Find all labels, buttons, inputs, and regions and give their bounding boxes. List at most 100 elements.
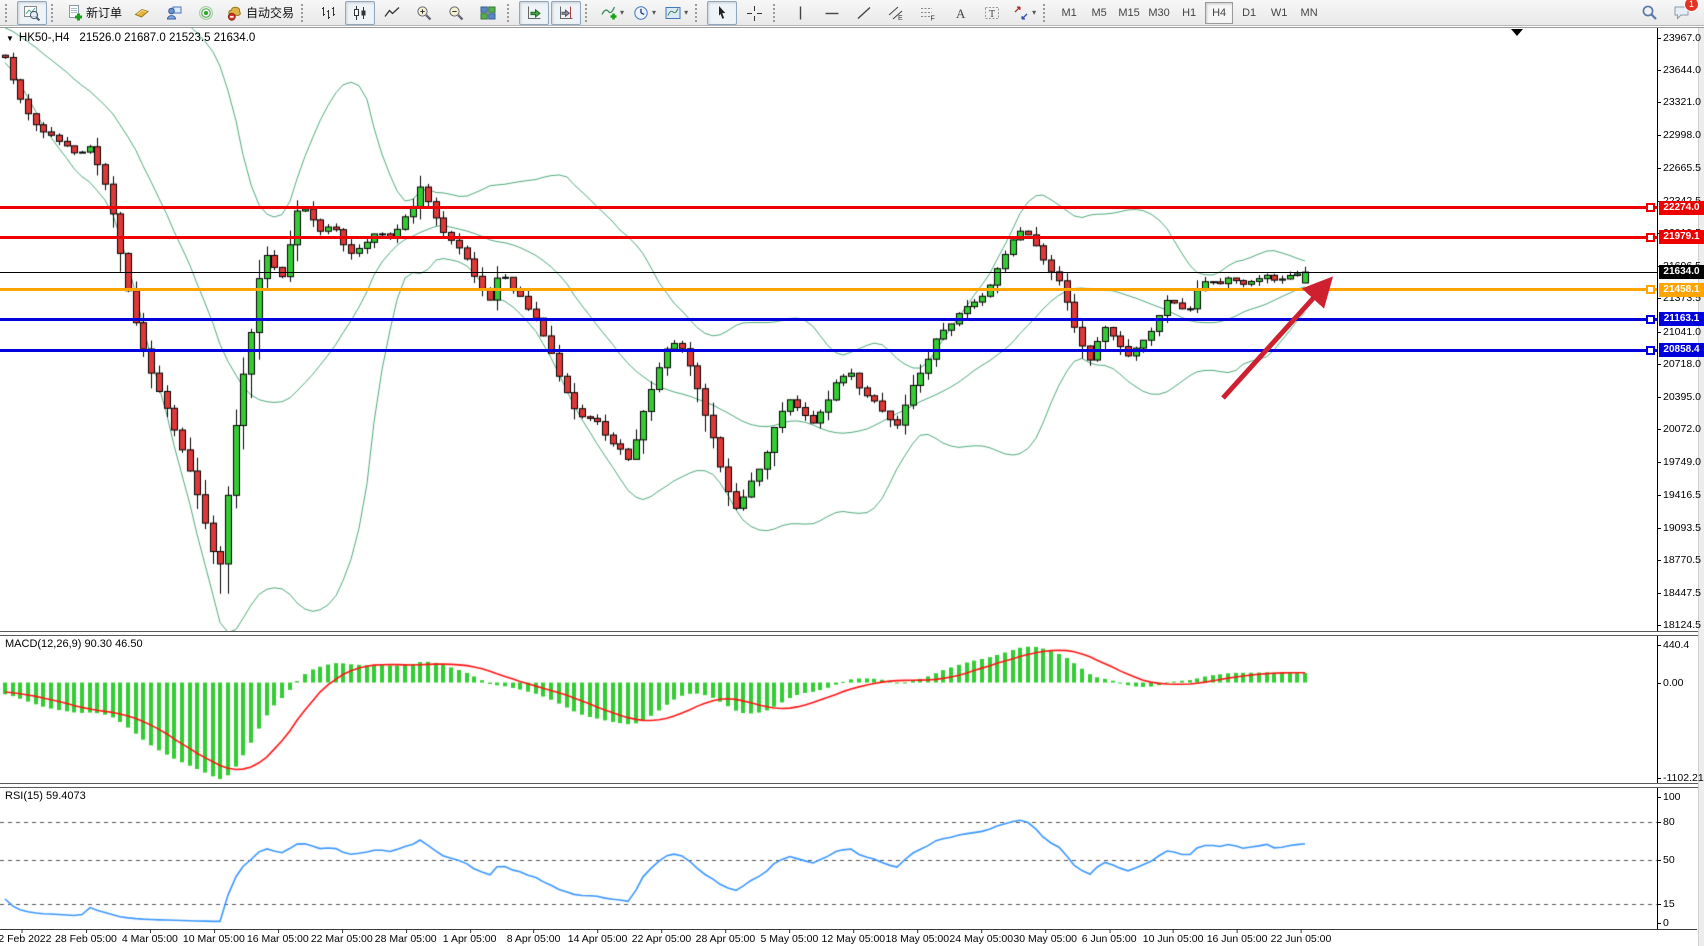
rsi-pane-canvas[interactable]	[0, 788, 1657, 929]
zoom-in-button[interactable]	[409, 1, 439, 25]
periods-button[interactable]: ▾	[629, 1, 659, 25]
crosshair-icon	[746, 4, 763, 21]
timeframe-m5-button[interactable]: M5	[1085, 2, 1113, 24]
time-axis-label: 14 Apr 05:00	[568, 933, 628, 945]
channel-button[interactable]: E	[881, 1, 911, 25]
horizontal-line-button[interactable]	[817, 1, 847, 25]
toolbar-grip[interactable]	[773, 4, 781, 22]
chart-preview-button[interactable]	[17, 1, 47, 25]
horizontal-line-21979.1[interactable]	[0, 236, 1657, 239]
auto-scroll-icon	[526, 4, 543, 21]
navigator-icon	[166, 4, 183, 21]
zoom-out-button[interactable]	[441, 1, 471, 25]
templates-button[interactable]: ▾	[661, 1, 691, 25]
price-tag-21163.1[interactable]: 21163.1	[1659, 312, 1704, 326]
price-axis-label: 18124.5	[1663, 619, 1701, 631]
timeframe-m30-button[interactable]: M30	[1145, 2, 1173, 24]
navigator-button[interactable]	[159, 1, 189, 25]
price-tag-20858.4[interactable]: 20858.4	[1659, 343, 1704, 357]
main-toolbar: 新订单 自动交易 ▾ ▾ ▾ EFAT ▾ M1M5M15M30H1H4D1W1MN 1	[0, 0, 1704, 26]
candlestick-chart-button[interactable]	[345, 1, 375, 25]
timeframe-h1-button[interactable]: H1	[1175, 2, 1203, 24]
dropdown-arrow-icon[interactable]: ▾	[620, 8, 624, 17]
tile-windows-button[interactable]	[473, 1, 503, 25]
time-axis-label: 16 Mar 05:00	[247, 933, 309, 945]
chart-window[interactable]: ▼ HK50-,H4 21526.0 21687.0 21523.5 21634…	[0, 28, 1704, 946]
timeframe-h4-button[interactable]: H4	[1205, 2, 1233, 24]
new-order-button[interactable]: 新订单	[63, 1, 125, 25]
time-axis-label: 5 May 05:00	[760, 933, 818, 945]
broadcast-button[interactable]	[191, 1, 221, 25]
cursor-button[interactable]	[707, 1, 737, 25]
dropdown-arrow-icon[interactable]: ▾	[1032, 8, 1036, 17]
time-axis-label: 28 Apr 05:00	[696, 933, 756, 945]
line-handle[interactable]	[1646, 285, 1655, 294]
crosshair-button[interactable]	[739, 1, 769, 25]
rsi-axis-label: 50	[1663, 854, 1675, 866]
timeframe-mn-button[interactable]: MN	[1295, 2, 1323, 24]
rsi-indicator-label: RSI(15) 59.4073	[5, 790, 86, 802]
macd-pane-canvas[interactable]	[0, 636, 1657, 783]
vertical-line-button[interactable]	[785, 1, 815, 25]
current-price-line-21634.0[interactable]	[0, 272, 1657, 273]
price-tag-21458.1[interactable]: 21458.1	[1659, 283, 1704, 297]
line-handle[interactable]	[1646, 233, 1655, 242]
auto-scroll-button[interactable]	[519, 1, 549, 25]
vline-icon	[792, 4, 809, 21]
notifications-button[interactable]: 1	[1666, 1, 1696, 25]
line-chart-button[interactable]	[377, 1, 407, 25]
macd-pane-separator[interactable]	[0, 631, 1704, 636]
chart-shift-button[interactable]	[551, 1, 581, 25]
trend-arrow[interactable]	[1213, 243, 1348, 413]
line-handle[interactable]	[1646, 346, 1655, 355]
macd-axis-label: 440.4	[1663, 639, 1689, 651]
fibonacci-button[interactable]: F	[913, 1, 943, 25]
toolbar-grip[interactable]	[51, 4, 59, 22]
price-axis-label: 19416.5	[1663, 489, 1701, 501]
horizontal-line-20858.4[interactable]	[0, 349, 1657, 352]
chart-shift-icon	[558, 4, 575, 21]
text-label-button[interactable]: T	[977, 1, 1007, 25]
price-axis-label: 20718.0	[1663, 358, 1701, 370]
arrows-button[interactable]: ▾	[1009, 1, 1039, 25]
timeframe-d1-button[interactable]: D1	[1235, 2, 1263, 24]
trendline-button[interactable]	[849, 1, 879, 25]
rsi-pane-separator[interactable]	[0, 783, 1704, 788]
market-watch-button[interactable]	[127, 1, 157, 25]
periods-clock-icon	[632, 4, 649, 21]
indicators-button[interactable]: ▾	[597, 1, 627, 25]
price-tag-22274.0[interactable]: 22274.0	[1659, 201, 1704, 215]
dropdown-arrow-icon[interactable]: ▾	[684, 8, 688, 17]
price-tag-21634.0[interactable]: 21634.0	[1659, 265, 1704, 279]
autotrading-button[interactable]: 自动交易	[223, 1, 297, 25]
arrows-icon	[1012, 4, 1029, 21]
text-button[interactable]: A	[945, 1, 975, 25]
main-chart-canvas[interactable]	[0, 28, 1657, 631]
toolbar-grip[interactable]	[695, 4, 703, 22]
chart-menu-caret-icon[interactable]: ▼	[6, 34, 14, 43]
toolbar-grip[interactable]	[301, 4, 309, 22]
toolbar-grip[interactable]	[5, 4, 13, 22]
timeframe-w1-button[interactable]: W1	[1265, 2, 1293, 24]
timeframe-m15-button[interactable]: M15	[1115, 2, 1143, 24]
search-button[interactable]	[1634, 1, 1664, 25]
cursor-icon	[714, 4, 731, 21]
horizontal-line-22274.0[interactable]	[0, 206, 1657, 209]
line-handle[interactable]	[1646, 315, 1655, 324]
bar-chart-button[interactable]	[313, 1, 343, 25]
time-axis-line	[0, 929, 1697, 930]
timeframe-m1-button[interactable]: M1	[1055, 2, 1083, 24]
price-axis-label: 23644.0	[1663, 64, 1701, 76]
time-axis-label: 22 Apr 05:00	[632, 933, 692, 945]
chart-magnifier-icon	[24, 4, 41, 21]
time-axis-label: 4 Mar 05:00	[122, 933, 178, 945]
horizontal-line-21458.1[interactable]	[0, 288, 1657, 291]
line-handle[interactable]	[1646, 203, 1655, 212]
dropdown-arrow-icon[interactable]: ▾	[652, 8, 656, 17]
price-tag-21979.1[interactable]: 21979.1	[1659, 230, 1704, 244]
toolbar-grip[interactable]	[507, 4, 515, 22]
broadcast-icon	[198, 4, 215, 21]
horizontal-line-21163.1[interactable]	[0, 318, 1657, 321]
toolbar-grip[interactable]	[585, 4, 593, 22]
toolbar-grip[interactable]	[1043, 4, 1051, 22]
